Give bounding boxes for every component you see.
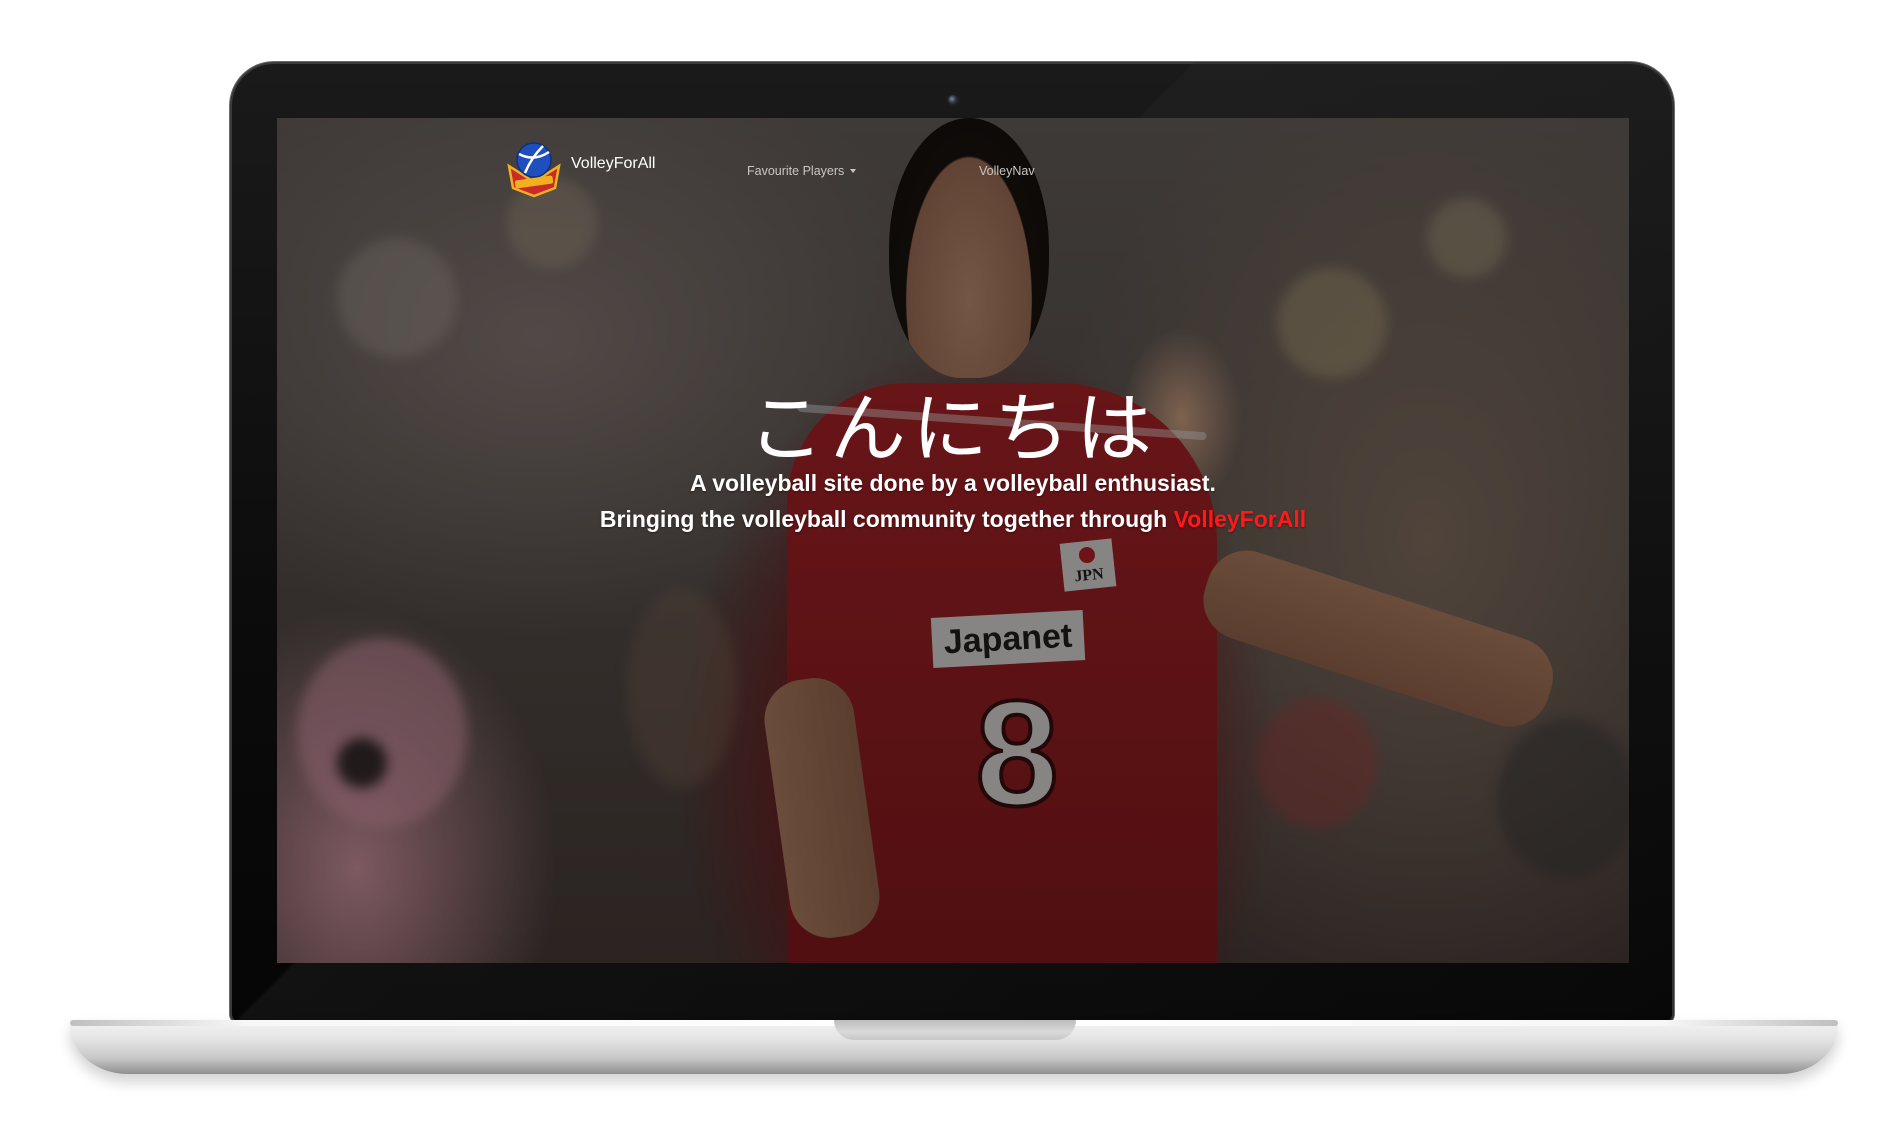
- laptop-opening-notch: [834, 1020, 1076, 1040]
- laptop-mockup-stage: Japanet JPN 8 VolleyForAll Favourite Pla…: [0, 0, 1895, 1139]
- nav-volleynav-link[interactable]: VolleyNav: [979, 164, 1035, 178]
- laptop-screen: Japanet JPN 8 VolleyForAll Favourite Pla…: [277, 118, 1629, 963]
- volleyball-shield-logo-icon: [505, 138, 563, 198]
- nav-favourite-players-dropdown[interactable]: Favourite Players: [747, 164, 857, 178]
- nav-volleynav-label: VolleyNav: [979, 164, 1035, 178]
- hero-title: こんにちは: [748, 383, 1158, 473]
- nav-favourite-players-label: Favourite Players: [747, 164, 845, 178]
- hero-tagline-line-1: A volleyball site done by a volleyball e…: [690, 470, 1216, 496]
- hero-tagline-prefix: Bringing the volleyball community togeth…: [599, 506, 1174, 532]
- webcam-icon: [948, 95, 958, 105]
- brand-link[interactable]: VolleyForAll: [505, 138, 655, 198]
- hero-tagline-line-2: Bringing the volleyball community togeth…: [277, 506, 1629, 533]
- top-navbar: VolleyForAll Favourite Players VolleyNav: [277, 118, 1629, 208]
- dark-overlay: [277, 118, 1629, 963]
- hero-brand-highlight: VolleyForAll: [1173, 506, 1307, 532]
- caret-down-icon: [850, 169, 857, 173]
- brand-name: VolleyForAll: [571, 155, 656, 172]
